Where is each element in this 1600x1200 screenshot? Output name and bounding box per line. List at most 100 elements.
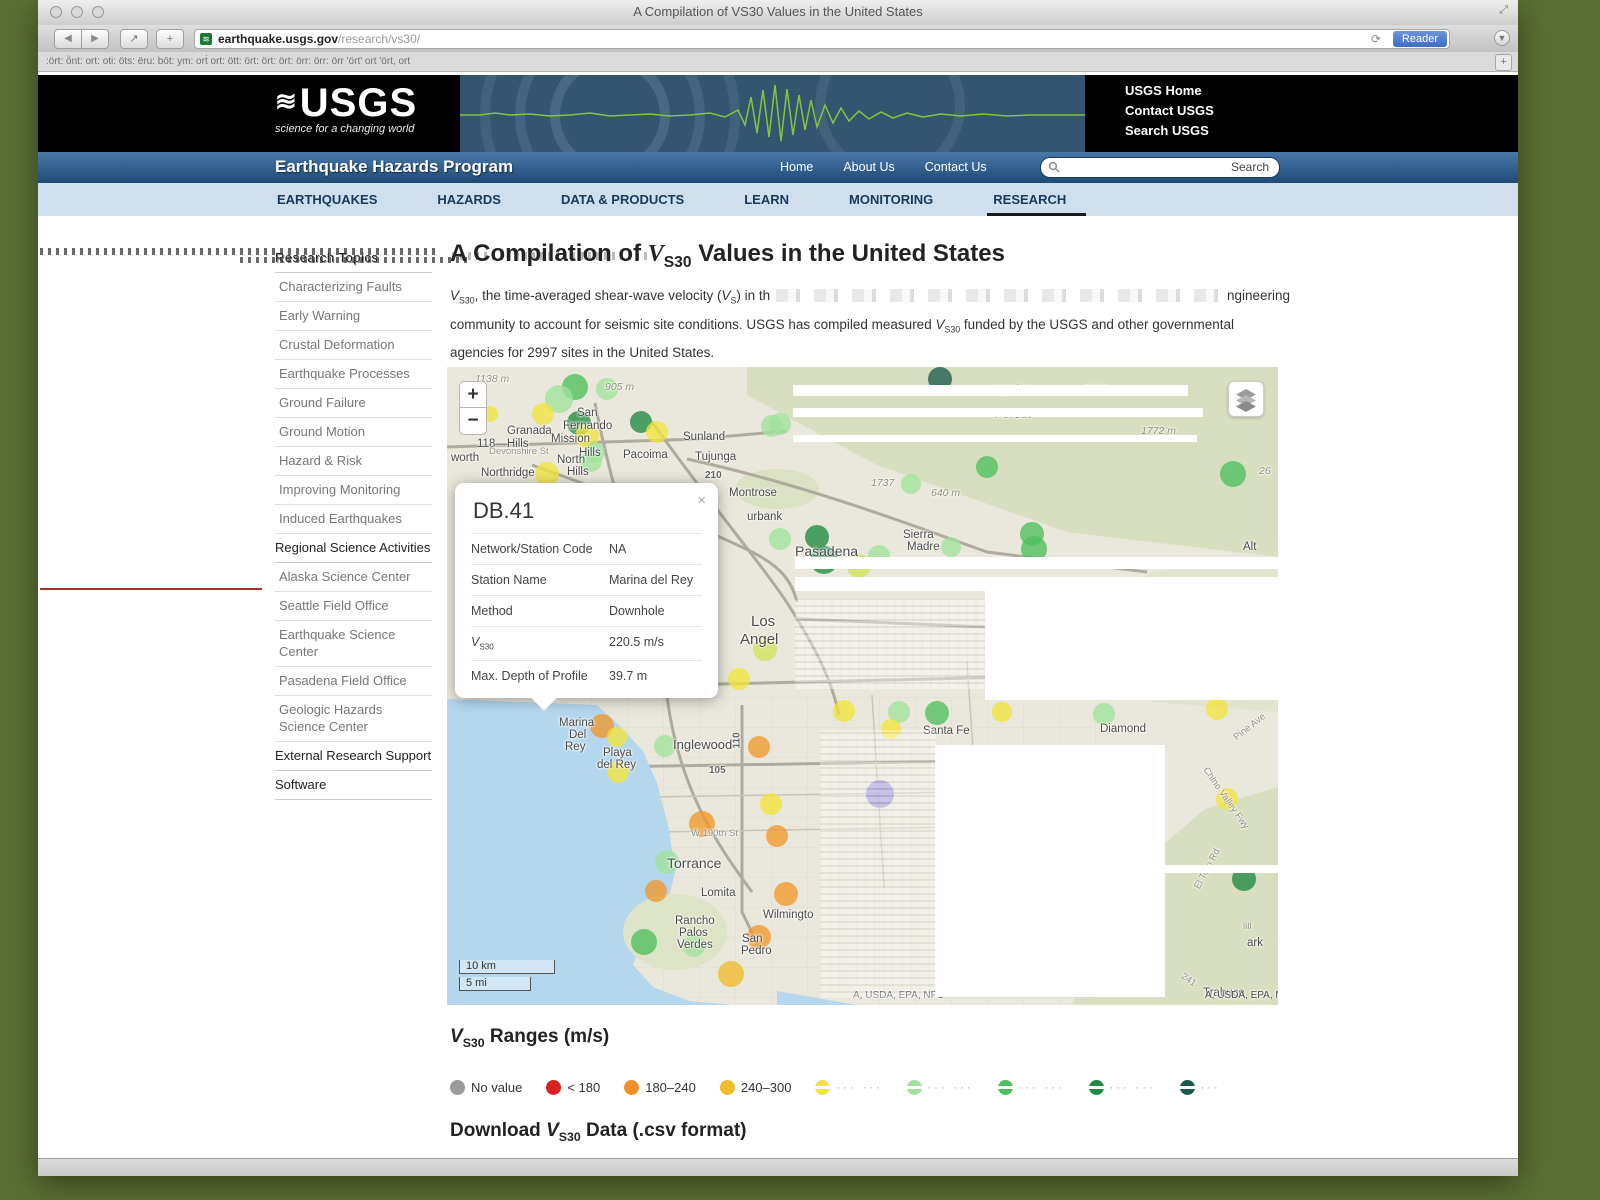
sidebar-item[interactable]: Early Warning [275, 302, 432, 331]
zoom-in-button[interactable]: + [459, 381, 487, 408]
sidebar-section-header[interactable]: Regional Science Activities [275, 534, 432, 563]
reader-button[interactable]: Reader [1393, 31, 1447, 47]
legend-dot-icon [1089, 1080, 1104, 1095]
forward-button[interactable]: ▶ [82, 29, 109, 49]
sidebar-item[interactable]: Ground Motion [275, 418, 432, 447]
sidebar-item[interactable]: Characterizing Faults [275, 273, 432, 302]
search-input[interactable]: Search [1040, 157, 1280, 178]
map-marker[interactable] [769, 528, 791, 550]
usgs-logo[interactable]: ≋USGS science for a changing world [275, 79, 460, 148]
map-marker[interactable] [631, 929, 657, 955]
usgs-link[interactable]: Contact USGS [1125, 101, 1214, 121]
tab-monitoring[interactable]: MONITORING [847, 183, 935, 216]
map-marker[interactable] [1093, 703, 1115, 725]
usgs-link[interactable]: Search USGS [1125, 121, 1214, 141]
back-button[interactable]: ◀ [54, 29, 82, 49]
popup-row-value: NA [609, 542, 702, 556]
sidebar-item[interactable]: Earthquake Science Center [275, 621, 432, 667]
map-label: 905 m [605, 381, 634, 393]
zoom-out-button[interactable]: − [459, 408, 487, 435]
map-marker[interactable] [833, 700, 855, 722]
map-label: Rey [565, 741, 585, 753]
refresh-icon[interactable]: ⟳ [1371, 30, 1381, 48]
map-marker[interactable] [718, 961, 744, 987]
sidebar-item[interactable]: Alaska Science Center [275, 563, 432, 592]
map-marker[interactable] [769, 413, 791, 435]
nav-link[interactable]: About Us [843, 160, 894, 174]
map-label: urbank [747, 511, 782, 523]
nav-link[interactable]: Contact Us [925, 160, 987, 174]
map-label: Northridge [481, 467, 535, 479]
tab-data-products[interactable]: DATA & PRODUCTS [559, 183, 686, 216]
tab-hazards[interactable]: HAZARDS [435, 183, 503, 216]
popup-row-value: 220.5 m/s [609, 635, 702, 652]
legend-dot-icon [998, 1080, 1013, 1095]
map-marker[interactable] [607, 727, 627, 747]
legend-dot-icon [815, 1080, 830, 1095]
fullscreen-icon[interactable]: ⤢ [1499, 4, 1508, 17]
sidebar-section-header[interactable]: External Research Support [275, 742, 432, 771]
glitch-artifact [776, 289, 1221, 302]
map-label: Madre [907, 541, 940, 553]
map-marker[interactable] [992, 702, 1012, 722]
tab-earthquakes[interactable]: EARTHQUAKES [275, 183, 379, 216]
map-label: 640 m [931, 487, 960, 499]
map-label: 105 [709, 765, 726, 776]
legend-label: No value [471, 1080, 522, 1095]
legend-item: ··· ··· [907, 1080, 974, 1095]
map-marker[interactable] [774, 882, 798, 906]
map[interactable]: 1138 m905 mSanFernandoGranada118—HillsMi… [447, 367, 1278, 1005]
sidebar-item[interactable]: Earthquake Processes [275, 360, 432, 389]
downloads-button[interactable]: ▼ [1494, 30, 1510, 46]
layers-button[interactable] [1228, 381, 1264, 417]
map-marker[interactable] [766, 825, 788, 847]
sidebar-item[interactable]: Crustal Deformation [275, 331, 432, 360]
usgs-link[interactable]: USGS Home [1125, 81, 1214, 101]
tab-learn[interactable]: LEARN [742, 183, 791, 216]
horizontal-scrollbar[interactable] [38, 1158, 1518, 1176]
legend-label: 240–300 [741, 1080, 792, 1095]
map-marker[interactable] [941, 537, 961, 557]
sidebar-item[interactable]: Seattle Field Office [275, 592, 432, 621]
site-favicon: ≋ [200, 33, 212, 45]
sidebar-item[interactable]: Hazard & Risk [275, 447, 432, 476]
search-button[interactable]: Search [1231, 160, 1269, 174]
map-scalebar: 10 km 5 mi [459, 960, 555, 991]
map-marker[interactable] [925, 701, 949, 725]
download-heading[interactable]: Download VS30 Data (.csv format) [450, 1120, 747, 1144]
usgs-header-links: USGS HomeContact USGSSearch USGS [1125, 81, 1214, 141]
map-marker[interactable] [728, 668, 750, 690]
nav-link[interactable]: Home [780, 160, 813, 174]
sidebar-section-header[interactable]: Software [275, 771, 432, 800]
map-marker[interactable] [532, 403, 554, 425]
popup-row-label: Station Name [471, 573, 609, 587]
map-marker[interactable] [1220, 461, 1246, 487]
share-button[interactable]: ↗ [120, 29, 148, 49]
legend-item: 240–300 [720, 1080, 792, 1095]
map-marker[interactable] [645, 880, 667, 902]
usgs-tagline: science for a changing world [275, 123, 460, 135]
new-tab-button[interactable]: + [156, 29, 184, 49]
sidebar-item[interactable]: Improving Monitoring [275, 476, 432, 505]
tab-research[interactable]: RESEARCH [991, 183, 1068, 216]
map-marker[interactable] [976, 456, 998, 478]
popup-close-icon[interactable]: × [697, 492, 706, 509]
sidebar-item[interactable]: Geologic Hazards Science Center [275, 696, 432, 742]
program-links: Home About Us Contact Us [780, 160, 987, 174]
address-bar[interactable]: ≋ earthquake.usgs.gov/research/vs30/ ⟳ R… [194, 29, 1450, 49]
intro-line1-end: ngineering [1227, 284, 1290, 307]
map-marker[interactable] [748, 736, 770, 758]
add-bookmark-button[interactable]: + [1495, 54, 1512, 71]
map-marker[interactable] [646, 421, 668, 443]
legend-label: < 180 [567, 1080, 600, 1095]
sidebar-item[interactable]: Pasadena Field Office [275, 667, 432, 696]
map-label: Montrose [729, 487, 777, 499]
sidebar-item[interactable]: Ground Failure [275, 389, 432, 418]
map-marker[interactable] [1206, 698, 1228, 720]
legend-label: ··· ··· [1110, 1082, 1156, 1094]
map-marker[interactable] [901, 474, 921, 494]
legend-label: ··· ··· [836, 1082, 882, 1094]
sidebar-item[interactable]: Induced Earthquakes [275, 505, 432, 534]
sidebar-section-header[interactable]: Research Topics [275, 244, 432, 273]
map-marker[interactable] [760, 793, 782, 815]
